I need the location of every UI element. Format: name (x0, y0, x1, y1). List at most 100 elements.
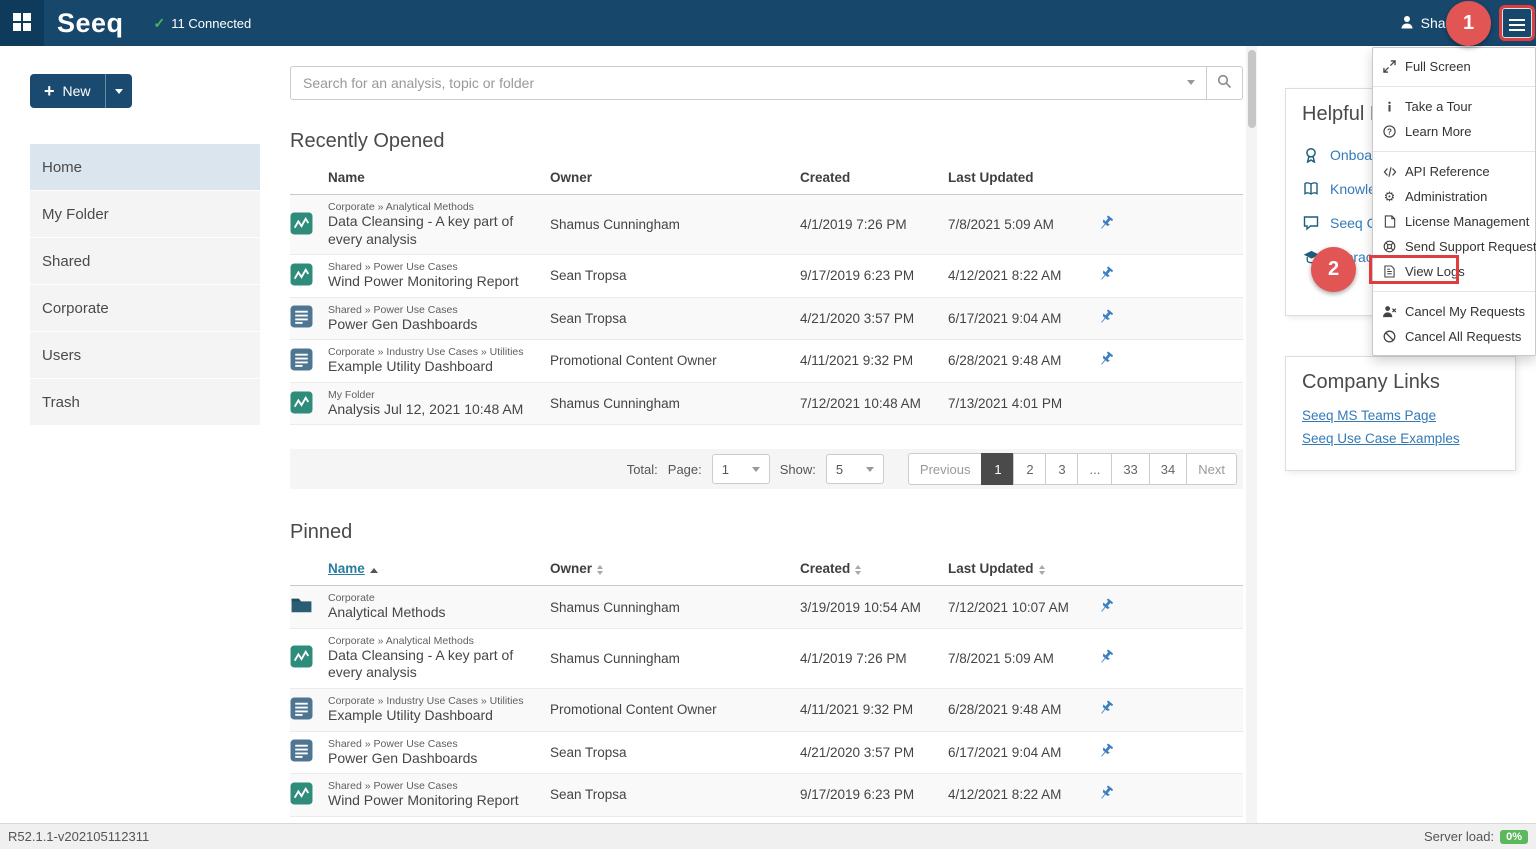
pin-icon[interactable] (1098, 785, 1114, 801)
item-updated: 6/28/2021 9:48 AM (948, 340, 1098, 383)
item-name[interactable]: Wind Power Monitoring Report (328, 273, 544, 291)
scrollbar-thumb[interactable] (1248, 50, 1256, 128)
page-size-value: 5 (836, 462, 843, 477)
pin-icon[interactable] (1098, 215, 1114, 231)
page-button-2[interactable]: 2 (1013, 453, 1046, 485)
table-row[interactable]: Shared » Power Use CasesWind Power Monit… (290, 774, 1243, 817)
item-name[interactable]: Data Cleansing - A key part of every ana… (328, 647, 544, 682)
svg-text:?: ? (1387, 127, 1392, 136)
server-load-label: Server load: (1424, 829, 1494, 844)
table-row[interactable]: Shared » Power Use CasesPower Gen Dashbo… (290, 297, 1243, 340)
menu-item-administration[interactable]: ⚙Administration (1373, 184, 1535, 209)
hamburger-menu-button[interactable] (1502, 8, 1532, 38)
gear-icon: ⚙ (1382, 190, 1397, 203)
menu-item-label: Take a Tour (1405, 98, 1472, 116)
next-page-button[interactable]: Next (1186, 453, 1237, 485)
new-dropdown-caret[interactable] (105, 74, 132, 108)
pin-icon[interactable] (1098, 700, 1114, 716)
menu-item-label: Cancel All Requests (1405, 328, 1521, 346)
vertical-scrollbar[interactable] (1246, 46, 1257, 823)
search-input[interactable] (290, 66, 1207, 100)
page-select[interactable]: 1 (712, 454, 770, 484)
pin-icon[interactable] (1098, 351, 1114, 367)
connection-status[interactable]: ✓ 11 Connected (154, 15, 252, 32)
award-icon (1302, 147, 1320, 163)
item-name[interactable]: Data Cleansing - A key part of every ana… (328, 213, 544, 248)
info-icon (1382, 100, 1397, 113)
table-row[interactable]: CorporateAnalytical MethodsShamus Cunnin… (290, 586, 1243, 629)
item-name[interactable]: Example Utility Dashboard (328, 707, 544, 725)
search-button[interactable] (1207, 66, 1243, 100)
analysis-icon (290, 263, 313, 286)
sidebar-item-trash[interactable]: Trash (30, 379, 260, 425)
menu-item-license-management[interactable]: License Management (1373, 209, 1535, 234)
item-updated: 7/12/2021 10:07 AM (948, 586, 1098, 629)
page-button-34[interactable]: 34 (1149, 453, 1187, 485)
new-button-label: New (63, 83, 91, 99)
new-button[interactable]: + New (30, 74, 132, 108)
table-row[interactable]: Corporate » Industry Use Cases » Utiliti… (290, 688, 1243, 731)
main-content: Recently Opened NameOwnerCreatedLast Upd… (290, 46, 1243, 823)
page-button-3[interactable]: 3 (1045, 453, 1078, 485)
sidebar-item-users[interactable]: Users (30, 332, 260, 378)
page-button-33[interactable]: 33 (1111, 453, 1149, 485)
analysis-icon (290, 645, 313, 668)
table-row[interactable]: Corporate » Analytical MethodsData Clean… (290, 628, 1243, 688)
menu-divider (1373, 291, 1535, 292)
company-link-seeq-ms-teams-page[interactable]: Seeq MS Teams Page (1302, 404, 1499, 427)
license-icon (1382, 215, 1397, 228)
menu-divider (1373, 151, 1535, 152)
server-load: Server load: 0% (1424, 829, 1528, 844)
page-button-1[interactable]: 1 (981, 453, 1014, 485)
company-link-seeq-use-case-examples[interactable]: Seeq Use Case Examples (1302, 427, 1499, 450)
page-button-[interactable]: ... (1077, 453, 1112, 485)
column-header-name[interactable]: Name (328, 552, 550, 586)
pin-icon[interactable] (1098, 743, 1114, 759)
chat-icon (1302, 215, 1320, 231)
pin-icon[interactable] (1098, 266, 1114, 282)
search-dropdown-caret[interactable] (1187, 80, 1195, 85)
table-row[interactable]: Shared » Power Use CasesWind Power Monit… (290, 255, 1243, 298)
item-owner: Shamus Cunningham (550, 195, 800, 255)
page-size-select[interactable]: 5 (826, 454, 884, 484)
column-header-name: Name (328, 161, 550, 195)
table-row[interactable]: Shared » Power Use CasesPower Gen Dashbo… (290, 731, 1243, 774)
item-path: Shared » Power Use Cases (328, 261, 544, 273)
menu-item-label: Send Support Request (1405, 238, 1536, 256)
table-row[interactable]: Corporate » Industry Use Cases » Utiliti… (290, 340, 1243, 383)
pin-icon[interactable] (1098, 309, 1114, 325)
item-created: 3/19/2019 10:54 AM (800, 586, 948, 629)
item-name[interactable]: Power Gen Dashboards (328, 316, 544, 334)
item-name[interactable]: Analysis Jul 12, 2021 10:48 AM (328, 401, 544, 419)
column-header-created[interactable]: Created (800, 552, 948, 586)
column-header-created: Created (800, 161, 948, 195)
app-grid-button[interactable] (0, 0, 44, 46)
pin-icon[interactable] (1098, 598, 1114, 614)
sidebar-item-shared[interactable]: Shared (30, 238, 260, 284)
column-header-last-updated[interactable]: Last Updated (948, 552, 1098, 586)
menu-item-api-reference[interactable]: API Reference (1373, 159, 1535, 184)
menu-item-cancel-all-requests[interactable]: Cancel All Requests (1373, 324, 1535, 349)
menu-item-learn-more[interactable]: ?Learn More (1373, 119, 1535, 144)
menu-item-take-a-tour[interactable]: Take a Tour (1373, 94, 1535, 119)
sidebar-item-my-folder[interactable]: My Folder (30, 191, 260, 237)
table-row[interactable]: My FolderAnalysis Jul 12, 2021 10:48 AMS… (290, 382, 1243, 425)
sidebar-item-home[interactable]: Home (30, 144, 260, 190)
menu-item-full-screen[interactable]: Full Screen (1373, 54, 1535, 79)
sidebar-item-corporate[interactable]: Corporate (30, 285, 260, 331)
item-name[interactable]: Wind Power Monitoring Report (328, 792, 544, 810)
item-name[interactable]: Example Utility Dashboard (328, 358, 544, 376)
previous-page-button[interactable]: Previous (908, 453, 983, 485)
folder-icon (290, 594, 313, 617)
item-name[interactable]: Power Gen Dashboards (328, 750, 544, 768)
topic-icon (290, 348, 313, 371)
menu-item-cancel-my-requests[interactable]: Cancel My Requests (1373, 299, 1535, 324)
table-row[interactable]: Corporate » Analytical MethodsData Clean… (290, 195, 1243, 255)
pinned-table: NameOwnerCreatedLast UpdatedCorporateAna… (290, 552, 1243, 816)
sort-icon (1039, 565, 1045, 575)
pin-icon[interactable] (1098, 649, 1114, 665)
top-navbar: Seeq ✓ 11 Connected Shamus (0, 0, 1536, 46)
column-header-owner[interactable]: Owner (550, 552, 800, 586)
item-name[interactable]: Analytical Methods (328, 604, 544, 622)
item-created: 9/17/2019 6:23 PM (800, 774, 948, 817)
